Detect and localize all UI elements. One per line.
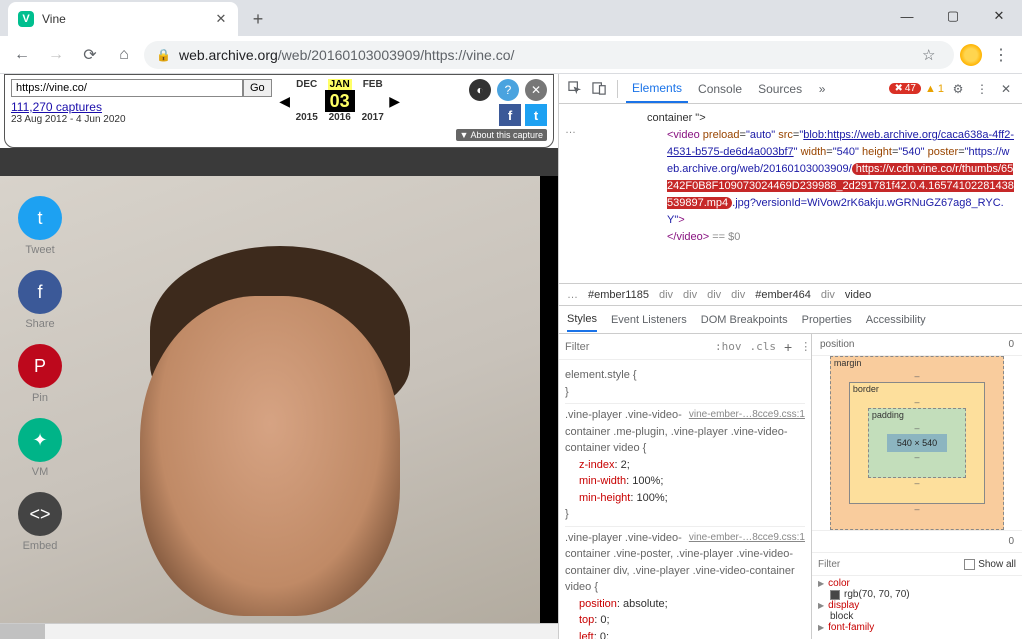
styles-subtabs: Styles Event Listeners DOM Breakpoints P…	[559, 306, 1022, 334]
tab-console[interactable]: Console	[692, 74, 748, 103]
wayback-calendar: ◀ DEC 2015 JAN 03 2016 FEB 2017	[280, 79, 400, 123]
subtab-dom-breakpoints[interactable]: DOM Breakpoints	[701, 314, 788, 326]
reload-button[interactable]: ⟳	[76, 41, 104, 69]
share-column: tTweet fShare PPin ✦VM <>Embed	[18, 196, 62, 552]
new-tab-button[interactable]: +	[244, 5, 272, 33]
share-button[interactable]: f	[18, 270, 62, 314]
prev-year[interactable]: 2015	[296, 112, 318, 123]
box-model-diagram[interactable]: margin– border– padding – 540 × 540 – – …	[812, 356, 1022, 530]
extension-icon[interactable]	[960, 44, 982, 66]
capture-date-range: 23 Aug 2012 - 4 Jun 2020	[11, 114, 272, 125]
styles-filter-input[interactable]	[565, 341, 707, 353]
url-path: /web/20160103003909/https://vine.co/	[278, 47, 515, 63]
twitter-share-icon[interactable]: t	[525, 104, 547, 126]
styles-pane: :hov .cls + ⋮ element.style { } vine-emb…	[559, 334, 812, 639]
add-rule-icon[interactable]: +	[784, 339, 792, 355]
video-region: tTweet fShare PPin ✦VM <>Embed	[0, 148, 558, 639]
minimize-icon[interactable]: —	[884, 0, 930, 32]
url-domain: web.archive.org	[179, 47, 278, 63]
forward-button[interactable]: →	[42, 41, 70, 69]
browser-menu-icon[interactable]: ⋮	[988, 45, 1014, 65]
subtab-properties[interactable]: Properties	[802, 314, 852, 326]
prev-month[interactable]: DEC	[296, 79, 317, 90]
hov-toggle[interactable]: :hov	[715, 340, 742, 353]
close-tab-icon[interactable]: ✕	[214, 12, 228, 26]
wayback-url-input[interactable]	[11, 79, 243, 97]
current-month: JAN	[328, 79, 352, 90]
more-tabs-icon[interactable]: »	[812, 79, 832, 99]
devtools-close-icon[interactable]: ✕	[996, 79, 1016, 99]
browser-toolbar: ← → ⟳ ⌂ 🔒 web.archive.org/web/2016010300…	[0, 36, 1022, 74]
calendar-next-icon[interactable]: ▶	[390, 79, 400, 123]
vm-button[interactable]: ✦	[18, 418, 62, 462]
tab-title: Vine	[42, 12, 66, 26]
current-year: 2016	[329, 112, 351, 123]
elements-breadcrumb[interactable]: … #ember1185 div div div div #ember464 d…	[559, 284, 1022, 306]
page-viewport: Go 111,270 captures 23 Aug 2012 - 4 Jun …	[0, 74, 558, 639]
close-window-icon[interactable]: ✕	[976, 0, 1022, 32]
wayback-account-icon[interactable]: ◐	[469, 79, 491, 101]
pin-button[interactable]: P	[18, 344, 62, 388]
devtools-menu-icon[interactable]: ⋮	[972, 79, 992, 99]
next-year[interactable]: 2017	[362, 112, 384, 123]
captures-link[interactable]: 111,270 captures	[11, 100, 272, 114]
devtools-panel: Elements Console Sources » ✖ 47 ▲ 1 ⚙ ⋮ …	[558, 74, 1022, 639]
video-poster[interactable]	[0, 176, 540, 629]
inspect-element-icon[interactable]	[565, 79, 585, 99]
back-button[interactable]: ←	[8, 41, 36, 69]
home-button[interactable]: ⌂	[110, 41, 138, 69]
styles-more-icon[interactable]: ⋮	[800, 340, 811, 353]
tweet-button[interactable]: t	[18, 196, 62, 240]
show-all-toggle[interactable]: Show all	[964, 559, 1016, 570]
tab-sources[interactable]: Sources	[752, 74, 808, 103]
facebook-share-icon[interactable]: f	[499, 104, 521, 126]
address-bar[interactable]: 🔒 web.archive.org/web/20160103003909/htt…	[144, 41, 954, 69]
cls-toggle[interactable]: .cls	[750, 340, 777, 353]
vine-favicon-icon: V	[18, 11, 34, 27]
wayback-help-icon[interactable]: ?	[497, 79, 519, 101]
computed-properties[interactable]: ▶color rgb(70, 70, 70) ▶display block ▶f…	[812, 576, 1022, 635]
calendar-prev-icon[interactable]: ◀	[280, 79, 290, 123]
horizontal-scrollbar[interactable]	[0, 623, 558, 639]
wayback-close-icon[interactable]: ✕	[525, 79, 547, 101]
warning-count-badge[interactable]: ▲ 1	[925, 83, 944, 95]
computed-filter-input[interactable]	[818, 559, 958, 570]
lock-icon: 🔒	[156, 48, 171, 62]
wayback-go-button[interactable]: Go	[243, 79, 272, 97]
next-month[interactable]: FEB	[363, 79, 383, 90]
embed-button[interactable]: <>	[18, 492, 62, 536]
tab-elements[interactable]: Elements	[626, 74, 688, 103]
wayback-toolbar: Go 111,270 captures 23 Aug 2012 - 4 Jun …	[4, 74, 554, 148]
bookmark-star-icon[interactable]: ☆	[922, 46, 942, 64]
browser-tab[interactable]: V Vine ✕	[8, 2, 238, 36]
current-day: 03	[325, 90, 355, 112]
error-count-badge[interactable]: ✖ 47	[889, 83, 921, 94]
device-toggle-icon[interactable]	[589, 79, 609, 99]
subtab-accessibility[interactable]: Accessibility	[866, 314, 926, 326]
elements-tree[interactable]: … container "> <video preload="auto" src…	[559, 104, 1022, 284]
styles-rules[interactable]: element.style { } vine-ember-…8cce9.css:…	[559, 360, 811, 639]
about-capture-button[interactable]: ▼ About this capture	[456, 129, 547, 141]
maximize-icon[interactable]: ▢	[930, 0, 976, 32]
subtab-styles[interactable]: Styles	[567, 313, 597, 332]
window-controls: — ▢ ✕	[884, 0, 1022, 32]
window-titlebar: V Vine ✕ + — ▢ ✕	[0, 0, 1022, 36]
devtools-settings-icon[interactable]: ⚙	[948, 79, 968, 99]
devtools-toolbar: Elements Console Sources » ✖ 47 ▲ 1 ⚙ ⋮ …	[559, 74, 1022, 104]
computed-pane: position0 margin– border– padding – 540 …	[812, 334, 1022, 639]
subtab-event-listeners[interactable]: Event Listeners	[611, 314, 687, 326]
